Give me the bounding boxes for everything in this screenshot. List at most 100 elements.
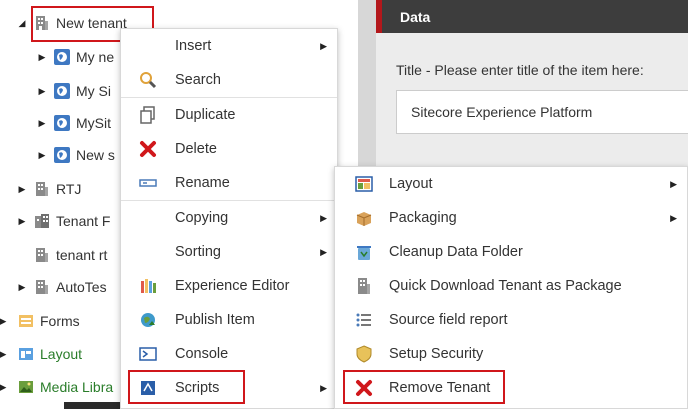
menu-item-experience-editor[interactable]: Experience Editor bbox=[121, 269, 337, 303]
menu-item-search[interactable]: Search bbox=[121, 63, 337, 97]
tree-node-label: Media Libra bbox=[40, 379, 114, 395]
menu-item-label: Sorting bbox=[175, 244, 221, 260]
submenu-arrow-icon: ▶ bbox=[320, 212, 327, 223]
menu-item-label: Experience Editor bbox=[175, 278, 290, 294]
tree-node-label: New s bbox=[76, 147, 115, 163]
scripts-highlight bbox=[128, 370, 245, 404]
menu-item-label: Packaging bbox=[389, 210, 457, 226]
tree-node-label: Forms bbox=[40, 313, 80, 329]
tree-node-rtj[interactable]: ▶ RTJ bbox=[16, 177, 82, 201]
context-menu: Insert ▶ Search Duplicate Delete Rename … bbox=[120, 28, 338, 409]
menu-item-label: Cleanup Data Folder bbox=[389, 244, 523, 260]
tree-node-autotes[interactable]: ▶ AutoTes bbox=[16, 275, 107, 299]
menu-item-label: Insert bbox=[175, 38, 212, 54]
layout-icon bbox=[18, 346, 34, 362]
building-icon bbox=[34, 279, 50, 295]
menu-item-cleanup-data-folder[interactable]: Cleanup Data Folder bbox=[335, 235, 687, 269]
submenu-arrow-icon: ▶ bbox=[320, 382, 327, 393]
tree-node-child-1[interactable]: ▶ My ne bbox=[36, 45, 114, 69]
buildings-icon bbox=[34, 213, 50, 229]
globe-icon bbox=[54, 147, 70, 163]
red-x-icon bbox=[139, 140, 157, 158]
menu-item-label: Rename bbox=[175, 175, 230, 191]
menu-item-insert[interactable]: Insert ▶ bbox=[121, 29, 337, 63]
section-header[interactable]: Data bbox=[376, 0, 688, 33]
menu-item-source-field-report[interactable]: Source field report bbox=[335, 303, 687, 337]
expand-down-icon[interactable]: ◢ bbox=[16, 17, 28, 29]
remove-tenant-highlight bbox=[343, 370, 505, 404]
crayons-icon bbox=[139, 277, 157, 295]
building-icon bbox=[34, 181, 50, 197]
tree-node-tenant-f[interactable]: ▶ Tenant F bbox=[16, 209, 111, 233]
shield-icon bbox=[355, 345, 373, 363]
tree-node-label: Tenant F bbox=[56, 213, 111, 229]
duplicate-icon bbox=[139, 106, 157, 124]
menu-item-delete[interactable]: Delete bbox=[121, 132, 337, 166]
expand-right-icon[interactable]: ▶ bbox=[16, 215, 28, 227]
menu-item-publish-item[interactable]: Publish Item bbox=[121, 303, 337, 337]
building-icon bbox=[355, 277, 373, 295]
expand-right-icon[interactable]: ▶ bbox=[16, 281, 28, 293]
submenu-arrow-icon: ▶ bbox=[320, 246, 327, 257]
tree-node-label: My Si bbox=[76, 83, 111, 99]
image-icon bbox=[18, 379, 34, 395]
menu-item-duplicate[interactable]: Duplicate bbox=[121, 98, 337, 132]
submenu-arrow-icon: ▶ bbox=[670, 178, 677, 189]
expand-right-icon[interactable]: ▶ bbox=[16, 183, 28, 195]
tree-node-label: My ne bbox=[76, 49, 115, 65]
expand-right-icon[interactable]: ▶ bbox=[36, 117, 48, 129]
menu-item-layout[interactable]: Layout ▶ bbox=[335, 167, 687, 201]
menu-item-quick-download[interactable]: Quick Download Tenant as Package bbox=[335, 269, 687, 303]
menu-item-label: Setup Security bbox=[389, 346, 484, 362]
expand-right-icon[interactable]: ▶ bbox=[0, 381, 6, 393]
tree-node-label: AutoTes bbox=[56, 279, 107, 295]
globe-icon bbox=[54, 115, 70, 131]
expand-right-icon[interactable]: ▶ bbox=[36, 51, 48, 63]
menu-item-copying[interactable]: Copying ▶ bbox=[121, 201, 337, 235]
tree-node-label: tenant rt bbox=[56, 247, 108, 263]
expand-right-icon[interactable]: ▶ bbox=[36, 149, 48, 161]
globe-icon bbox=[54, 49, 70, 65]
menu-item-label: Search bbox=[175, 72, 221, 88]
menu-item-label: Copying bbox=[175, 210, 229, 226]
title-field-label: Title - Please enter title of the item h… bbox=[396, 62, 644, 78]
package-icon bbox=[355, 209, 373, 227]
menu-item-label: Console bbox=[175, 346, 229, 362]
tree-node-forms[interactable]: ▶ Forms bbox=[0, 309, 80, 333]
menu-item-console[interactable]: Console bbox=[121, 337, 337, 371]
tree-node-tenant-rt[interactable]: tenant rt bbox=[34, 243, 107, 267]
console-icon bbox=[139, 345, 157, 363]
menu-item-label: Delete bbox=[175, 141, 217, 157]
menu-item-rename[interactable]: Rename bbox=[121, 166, 337, 200]
expand-right-icon[interactable]: ▶ bbox=[0, 348, 6, 360]
menu-item-label: Layout bbox=[389, 176, 433, 192]
rename-icon bbox=[139, 174, 157, 192]
tree-node-label: RTJ bbox=[56, 181, 82, 197]
globe-icon bbox=[54, 83, 70, 99]
menu-item-sorting[interactable]: Sorting ▶ bbox=[121, 235, 337, 269]
menu-item-label: Publish Item bbox=[175, 312, 255, 328]
title-input[interactable] bbox=[396, 90, 688, 134]
building-icon bbox=[34, 247, 50, 263]
tree-node-child-3[interactable]: ▶ MySit bbox=[36, 111, 111, 135]
menu-item-setup-security[interactable]: Setup Security bbox=[335, 337, 687, 371]
menu-item-label: Quick Download Tenant as Package bbox=[389, 278, 622, 294]
list-icon bbox=[355, 311, 373, 329]
menu-item-packaging[interactable]: Packaging ▶ bbox=[335, 201, 687, 235]
submenu-arrow-icon: ▶ bbox=[670, 212, 677, 223]
expand-right-icon[interactable]: ▶ bbox=[36, 85, 48, 97]
tree-node-media-library[interactable]: ▶ Media Libra bbox=[0, 375, 113, 399]
menu-item-label: Duplicate bbox=[175, 107, 236, 123]
tree-node-label: Layout bbox=[40, 346, 83, 362]
menu-item-label: Source field report bbox=[389, 312, 508, 328]
tree-node-label: MySit bbox=[76, 115, 111, 131]
layout-icon bbox=[355, 175, 373, 193]
magnifier-icon bbox=[139, 71, 157, 89]
tree-node-layout[interactable]: ▶ Layout bbox=[0, 342, 82, 366]
recycle-bin-icon bbox=[355, 243, 373, 261]
tree-node-child-2[interactable]: ▶ My Si bbox=[36, 79, 111, 103]
expand-right-icon[interactable]: ▶ bbox=[0, 315, 6, 327]
submenu-arrow-icon: ▶ bbox=[320, 40, 327, 51]
publish-globe-icon bbox=[139, 311, 157, 329]
tree-node-child-4[interactable]: ▶ New s bbox=[36, 143, 115, 167]
